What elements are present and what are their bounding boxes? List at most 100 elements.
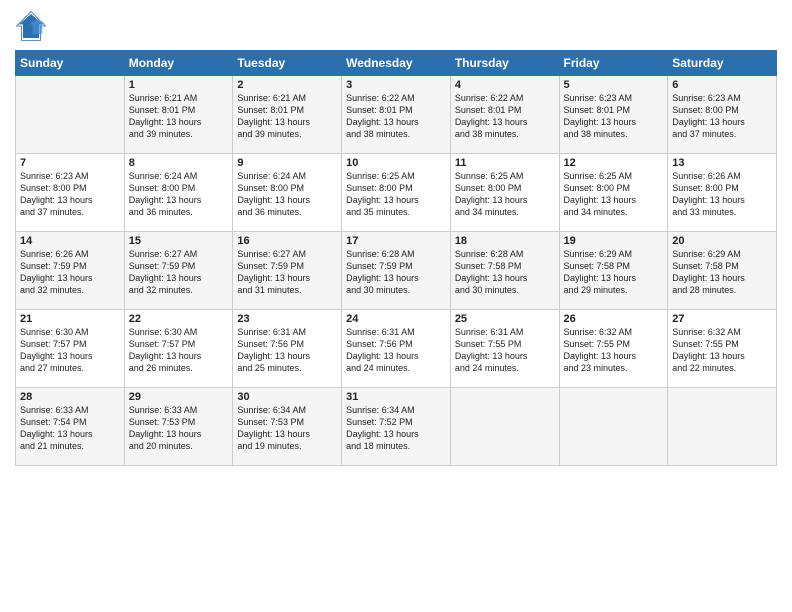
calendar-cell: 21Sunrise: 6:30 AM Sunset: 7:57 PM Dayli… [16,310,125,388]
day-number: 17 [346,235,446,247]
calendar-cell: 22Sunrise: 6:30 AM Sunset: 7:57 PM Dayli… [124,310,233,388]
calendar-cell: 5Sunrise: 6:23 AM Sunset: 8:01 PM Daylig… [559,76,668,154]
calendar-body: 1Sunrise: 6:21 AM Sunset: 8:01 PM Daylig… [16,76,777,466]
calendar-cell [16,76,125,154]
day-content: Sunrise: 6:23 AM Sunset: 8:00 PM Dayligh… [20,170,120,219]
day-content: Sunrise: 6:27 AM Sunset: 7:59 PM Dayligh… [237,248,337,297]
calendar-cell: 12Sunrise: 6:25 AM Sunset: 8:00 PM Dayli… [559,154,668,232]
day-content: Sunrise: 6:34 AM Sunset: 7:52 PM Dayligh… [346,404,446,453]
calendar-cell: 6Sunrise: 6:23 AM Sunset: 8:00 PM Daylig… [668,76,777,154]
day-content: Sunrise: 6:25 AM Sunset: 8:00 PM Dayligh… [564,170,664,219]
day-content: Sunrise: 6:32 AM Sunset: 7:55 PM Dayligh… [672,326,772,375]
day-content: Sunrise: 6:33 AM Sunset: 7:54 PM Dayligh… [20,404,120,453]
day-content: Sunrise: 6:23 AM Sunset: 8:01 PM Dayligh… [564,92,664,141]
week-row-2: 7Sunrise: 6:23 AM Sunset: 8:00 PM Daylig… [16,154,777,232]
day-content: Sunrise: 6:33 AM Sunset: 7:53 PM Dayligh… [129,404,229,453]
day-number: 19 [564,235,664,247]
day-number: 1 [129,79,229,91]
calendar-cell: 20Sunrise: 6:29 AM Sunset: 7:58 PM Dayli… [668,232,777,310]
day-number: 10 [346,157,446,169]
day-number: 4 [455,79,555,91]
week-row-3: 14Sunrise: 6:26 AM Sunset: 7:59 PM Dayli… [16,232,777,310]
day-number: 11 [455,157,555,169]
page: SundayMondayTuesdayWednesdayThursdayFrid… [0,0,792,612]
calendar-cell: 9Sunrise: 6:24 AM Sunset: 8:00 PM Daylig… [233,154,342,232]
day-number: 27 [672,313,772,325]
calendar-cell: 15Sunrise: 6:27 AM Sunset: 7:59 PM Dayli… [124,232,233,310]
day-number: 22 [129,313,229,325]
calendar-cell [450,388,559,466]
day-content: Sunrise: 6:25 AM Sunset: 8:00 PM Dayligh… [455,170,555,219]
calendar-cell: 8Sunrise: 6:24 AM Sunset: 8:00 PM Daylig… [124,154,233,232]
calendar-cell: 31Sunrise: 6:34 AM Sunset: 7:52 PM Dayli… [342,388,451,466]
logo [15,10,51,42]
calendar-cell: 26Sunrise: 6:32 AM Sunset: 7:55 PM Dayli… [559,310,668,388]
day-content: Sunrise: 6:31 AM Sunset: 7:56 PM Dayligh… [346,326,446,375]
day-content: Sunrise: 6:24 AM Sunset: 8:00 PM Dayligh… [237,170,337,219]
calendar-cell: 4Sunrise: 6:22 AM Sunset: 8:01 PM Daylig… [450,76,559,154]
header-row: SundayMondayTuesdayWednesdayThursdayFrid… [16,51,777,76]
calendar-cell: 10Sunrise: 6:25 AM Sunset: 8:00 PM Dayli… [342,154,451,232]
calendar-table: SundayMondayTuesdayWednesdayThursdayFrid… [15,50,777,466]
day-number: 18 [455,235,555,247]
day-content: Sunrise: 6:22 AM Sunset: 8:01 PM Dayligh… [346,92,446,141]
calendar-cell: 1Sunrise: 6:21 AM Sunset: 8:01 PM Daylig… [124,76,233,154]
day-number: 24 [346,313,446,325]
calendar-cell: 3Sunrise: 6:22 AM Sunset: 8:01 PM Daylig… [342,76,451,154]
day-number: 8 [129,157,229,169]
header-cell-monday: Monday [124,51,233,76]
day-number: 21 [20,313,120,325]
day-content: Sunrise: 6:29 AM Sunset: 7:58 PM Dayligh… [564,248,664,297]
day-number: 2 [237,79,337,91]
calendar-cell: 7Sunrise: 6:23 AM Sunset: 8:00 PM Daylig… [16,154,125,232]
day-number: 6 [672,79,772,91]
day-number: 15 [129,235,229,247]
calendar-cell: 28Sunrise: 6:33 AM Sunset: 7:54 PM Dayli… [16,388,125,466]
day-number: 14 [20,235,120,247]
day-content: Sunrise: 6:30 AM Sunset: 7:57 PM Dayligh… [129,326,229,375]
day-content: Sunrise: 6:26 AM Sunset: 8:00 PM Dayligh… [672,170,772,219]
day-number: 30 [237,391,337,403]
calendar-header: SundayMondayTuesdayWednesdayThursdayFrid… [16,51,777,76]
day-content: Sunrise: 6:28 AM Sunset: 7:58 PM Dayligh… [455,248,555,297]
day-content: Sunrise: 6:21 AM Sunset: 8:01 PM Dayligh… [129,92,229,141]
calendar-cell: 25Sunrise: 6:31 AM Sunset: 7:55 PM Dayli… [450,310,559,388]
header-cell-wednesday: Wednesday [342,51,451,76]
day-number: 20 [672,235,772,247]
day-number: 12 [564,157,664,169]
day-content: Sunrise: 6:32 AM Sunset: 7:55 PM Dayligh… [564,326,664,375]
calendar-cell: 18Sunrise: 6:28 AM Sunset: 7:58 PM Dayli… [450,232,559,310]
calendar-cell [668,388,777,466]
calendar-cell: 11Sunrise: 6:25 AM Sunset: 8:00 PM Dayli… [450,154,559,232]
header-cell-sunday: Sunday [16,51,125,76]
calendar-cell: 16Sunrise: 6:27 AM Sunset: 7:59 PM Dayli… [233,232,342,310]
header-cell-saturday: Saturday [668,51,777,76]
day-content: Sunrise: 6:25 AM Sunset: 8:00 PM Dayligh… [346,170,446,219]
day-content: Sunrise: 6:28 AM Sunset: 7:59 PM Dayligh… [346,248,446,297]
day-content: Sunrise: 6:24 AM Sunset: 8:00 PM Dayligh… [129,170,229,219]
header-cell-tuesday: Tuesday [233,51,342,76]
day-number: 26 [564,313,664,325]
calendar-cell: 17Sunrise: 6:28 AM Sunset: 7:59 PM Dayli… [342,232,451,310]
day-number: 16 [237,235,337,247]
header [15,10,777,42]
calendar-cell: 24Sunrise: 6:31 AM Sunset: 7:56 PM Dayli… [342,310,451,388]
calendar-cell: 30Sunrise: 6:34 AM Sunset: 7:53 PM Dayli… [233,388,342,466]
day-content: Sunrise: 6:29 AM Sunset: 7:58 PM Dayligh… [672,248,772,297]
day-number: 23 [237,313,337,325]
day-number: 31 [346,391,446,403]
day-number: 13 [672,157,772,169]
calendar-cell: 13Sunrise: 6:26 AM Sunset: 8:00 PM Dayli… [668,154,777,232]
calendar-cell: 29Sunrise: 6:33 AM Sunset: 7:53 PM Dayli… [124,388,233,466]
day-content: Sunrise: 6:21 AM Sunset: 8:01 PM Dayligh… [237,92,337,141]
week-row-1: 1Sunrise: 6:21 AM Sunset: 8:01 PM Daylig… [16,76,777,154]
logo-icon [15,10,47,42]
day-number: 5 [564,79,664,91]
calendar-cell: 19Sunrise: 6:29 AM Sunset: 7:58 PM Dayli… [559,232,668,310]
day-number: 3 [346,79,446,91]
day-content: Sunrise: 6:30 AM Sunset: 7:57 PM Dayligh… [20,326,120,375]
calendar-cell: 14Sunrise: 6:26 AM Sunset: 7:59 PM Dayli… [16,232,125,310]
day-content: Sunrise: 6:34 AM Sunset: 7:53 PM Dayligh… [237,404,337,453]
day-number: 28 [20,391,120,403]
day-content: Sunrise: 6:31 AM Sunset: 7:56 PM Dayligh… [237,326,337,375]
